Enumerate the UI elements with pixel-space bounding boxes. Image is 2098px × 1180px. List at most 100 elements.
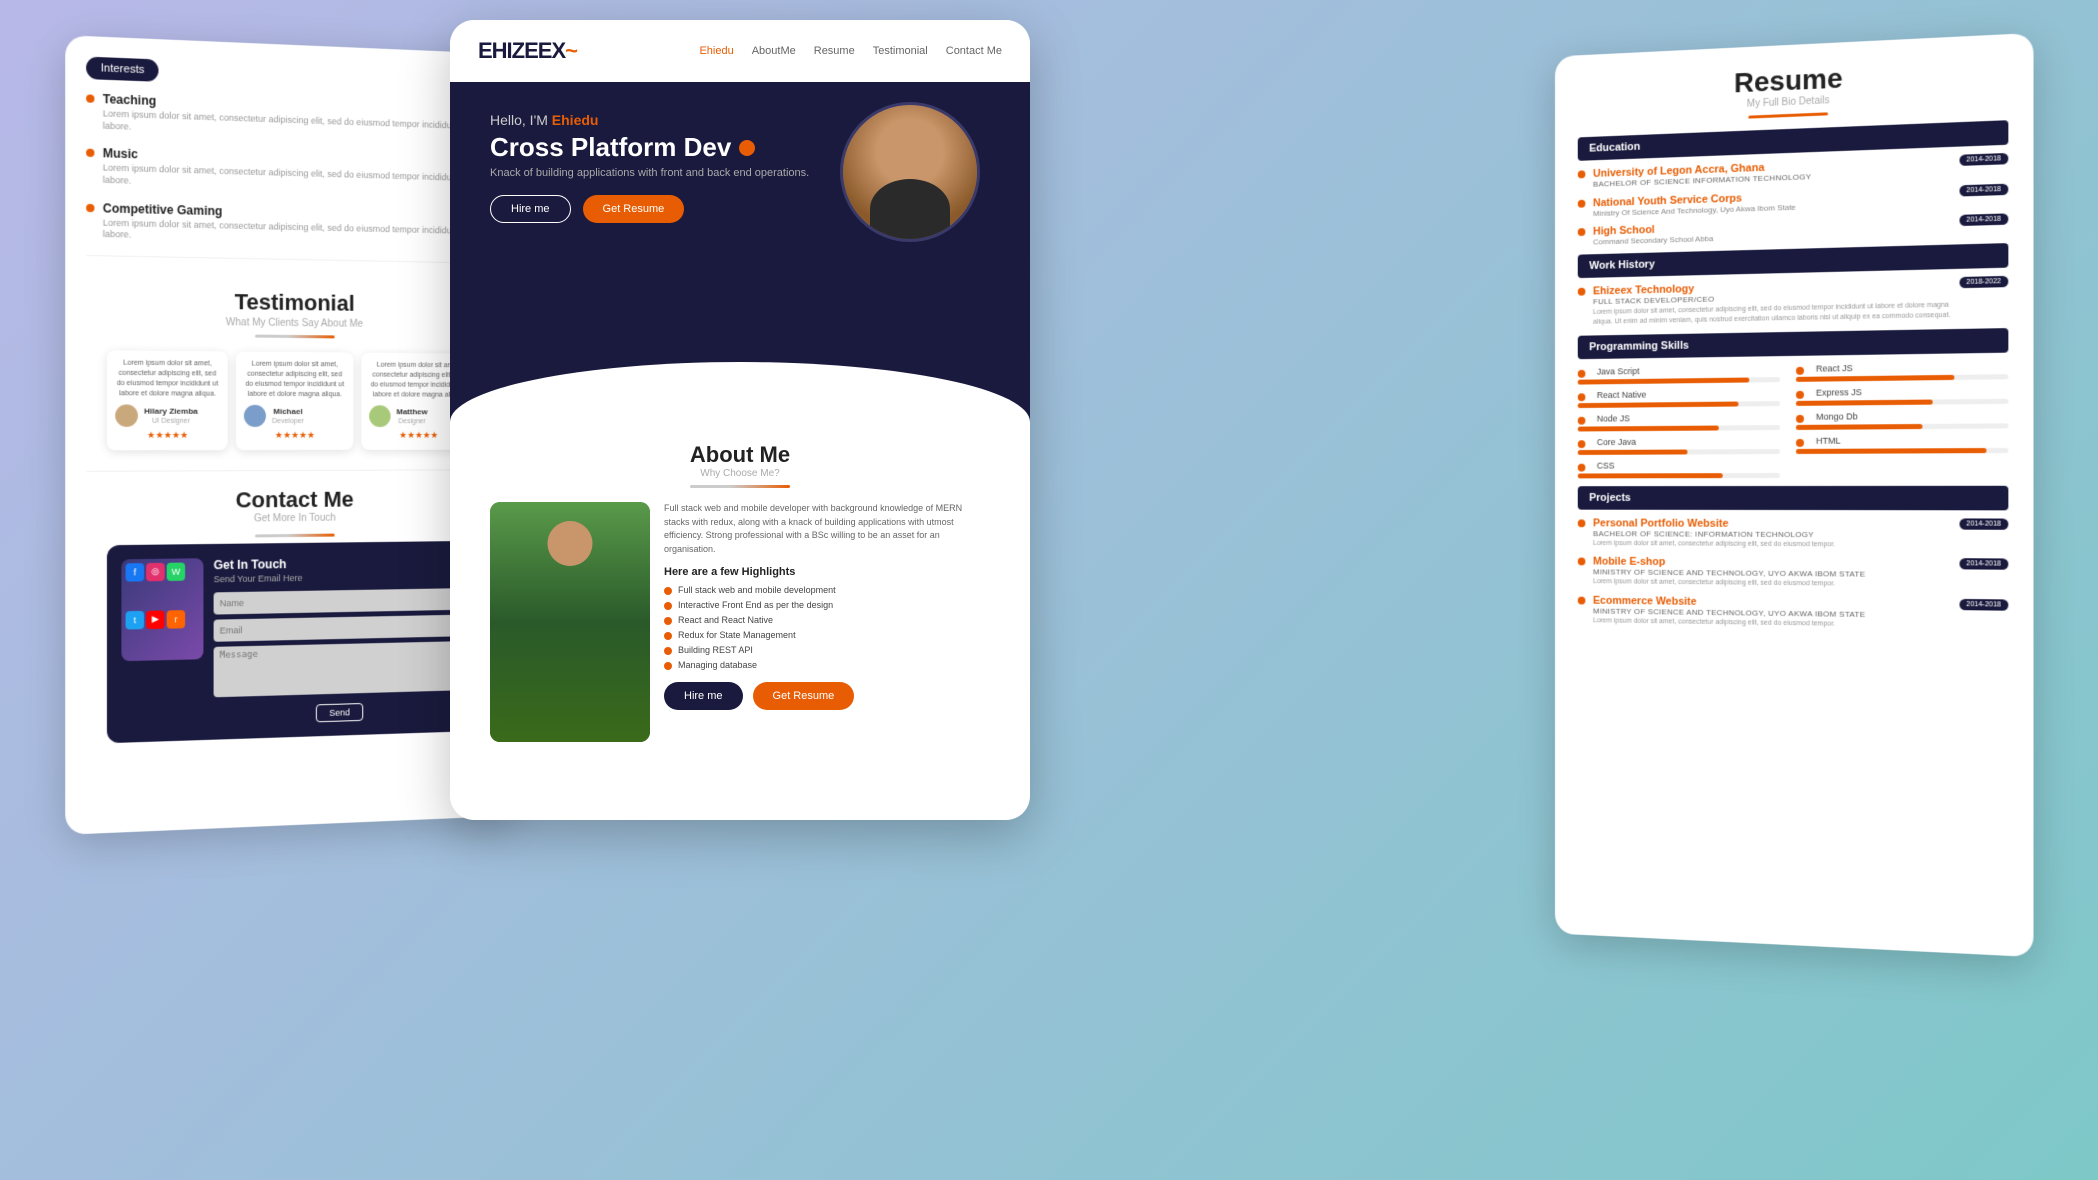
name-input[interactable] — [214, 588, 463, 614]
skill-dot — [1578, 416, 1586, 424]
stars-2: ★★★★★ — [244, 429, 346, 442]
left-panel-card: Interests Teaching Lorem ipsum dolor sit… — [65, 35, 514, 835]
section-underline — [255, 335, 335, 339]
project-3: Ecommerce Website Ministry Of Science An… — [1578, 595, 2009, 632]
skill-label-corejava: Core Java — [1597, 437, 1636, 447]
highlight-dot — [664, 617, 672, 625]
project-desc-2: Lorem ipsum dolor sit amet, consectetur … — [1593, 578, 1959, 591]
skill-label-nodejs: Node JS — [1597, 414, 1630, 424]
submit-button[interactable]: Send — [316, 703, 362, 722]
highlight-dot — [664, 587, 672, 595]
about-title: About Me — [490, 442, 990, 468]
avatar-name-2: Michael — [272, 406, 304, 417]
interest-teaching: Teaching Lorem ipsum dolor sit amet, con… — [86, 91, 495, 145]
facebook-icon: f — [126, 563, 145, 582]
skill-bar-expressjs — [1796, 399, 1933, 405]
highlight-text-5: Building REST API — [678, 645, 753, 655]
wave-decoration — [450, 362, 1030, 422]
education-entry-3: High School Command Secondary School Abb… — [1578, 213, 2009, 246]
highlight-dot — [664, 647, 672, 655]
contact-sub: Get More In Touch — [107, 511, 476, 525]
about-underline — [690, 485, 790, 488]
contact-title: Contact Me — [107, 486, 476, 515]
skill-reactnative: React Native — [1578, 388, 1780, 408]
email-input[interactable] — [214, 615, 463, 642]
right-panel-card: Resume My Full Bio Details Education Uni… — [1555, 33, 2034, 957]
skill-dot — [1578, 440, 1586, 448]
nav-resume[interactable]: Resume — [814, 45, 855, 57]
skill-bar-html — [1796, 448, 1987, 454]
git-title: Get In Touch — [214, 555, 463, 572]
highlight-dot — [664, 602, 672, 610]
highlight-text-4: Redux for State Management — [678, 630, 796, 640]
nav-testimonial[interactable]: Testimonial — [873, 45, 928, 57]
message-textarea[interactable] — [214, 641, 463, 697]
bullet-dot — [86, 204, 94, 212]
avatar-3 — [369, 406, 391, 428]
hero-section: Hello, I'M Ehiedu Cross Platform Dev Kna… — [450, 82, 1030, 362]
avatar-person-image — [843, 105, 977, 239]
about-description: Full stack web and mobile developer with… — [664, 502, 990, 556]
skill-html: HTML — [1796, 434, 2008, 453]
social-icons-area: f ◎ W t ▶ r — [121, 558, 203, 661]
nav-links: Ehiedu AboutMe Resume Testimonial Contac… — [699, 45, 1002, 57]
skill-bar-reactnative — [1578, 401, 1739, 408]
work-entry-1: Ehizeex Technology FULL STACK DEVELOPER/… — [1578, 276, 2009, 328]
skill-dot — [1578, 463, 1586, 471]
avatar-name-1: Hilary Ziemba — [144, 405, 198, 416]
highlight-text-3: React and React Native — [678, 615, 773, 625]
hero-title-text: Cross Platform Dev — [490, 132, 731, 163]
contact-underline — [255, 533, 335, 537]
navbar: EHIZEEX~ Ehiedu AboutMe Resume Testimoni… — [450, 20, 1030, 82]
project-2: Mobile E-shop Ministry Of Science And Te… — [1578, 556, 2009, 592]
project-badge-2: 2014-2018 — [1959, 559, 2008, 571]
brand-logo: EHIZEEX~ — [478, 38, 577, 64]
nav-aboutme[interactable]: AboutMe — [752, 45, 796, 57]
project-badge-3: 2014-2018 — [1959, 599, 2008, 611]
instagram-icon: ◎ — [146, 563, 164, 582]
skill-label-javascript: Java Script — [1597, 366, 1640, 376]
about-text: Full stack web and mobile developer with… — [664, 502, 990, 742]
avatar-name-3: Matthew — [396, 406, 427, 417]
edu-badge-1: 2014-2018 — [1959, 153, 2008, 166]
get-resume-button[interactable]: Get Resume — [583, 195, 685, 223]
highlights-title: Here are a few Highlights — [664, 566, 990, 578]
test-text-1: Lorem ipsum dolor sit amet, consectetur … — [115, 359, 219, 399]
entry-dot — [1578, 170, 1586, 178]
nav-contact[interactable]: Contact Me — [946, 45, 1002, 57]
avatar-role-3: Designer — [396, 417, 427, 427]
nav-ehiedu[interactable]: Ehiedu — [699, 45, 733, 57]
interest-gaming: Competitive Gaming Lorem ipsum dolor sit… — [86, 201, 495, 250]
skill-corejava: Core Java — [1578, 436, 1780, 455]
skill-label-expressjs: Express JS — [1816, 387, 1862, 398]
hire-me-button[interactable]: Hire me — [490, 195, 571, 223]
skill-dot — [1578, 369, 1586, 377]
youtube-icon: ▶ — [146, 610, 164, 629]
skill-dot — [1796, 438, 1804, 446]
git-sub: Send Your Email Here — [214, 570, 463, 584]
interest-music: Music Lorem ipsum dolor sit amet, consec… — [86, 146, 495, 197]
skill-mongodb: Mongo Db — [1796, 410, 2008, 430]
about-sub: Why Choose Me? — [490, 468, 990, 479]
project-dot — [1578, 597, 1586, 605]
skill-nodejs: Node JS — [1578, 412, 1780, 431]
highlight-text-1: Full stack web and mobile development — [678, 585, 836, 595]
resume-underline — [1748, 112, 1828, 118]
skill-bar-mongodb — [1796, 424, 1922, 430]
avatar-1 — [115, 405, 138, 427]
about-resume-button[interactable]: Get Resume — [753, 682, 855, 710]
highlight-text-6: Managing database — [678, 660, 757, 670]
hero-avatar — [840, 102, 980, 242]
highlight-5: Building REST API — [664, 644, 990, 655]
edu-badge-2: 2014-2018 — [1959, 184, 2008, 197]
about-person-image — [490, 502, 650, 742]
skills-header: Programming Skills — [1578, 328, 2009, 359]
project-desc-1: Lorem ipsum dolor sit amet, consectetur … — [1593, 539, 1959, 551]
skill-label-mongodb: Mongo Db — [1816, 411, 1858, 421]
skill-bar-javascript — [1578, 377, 1749, 384]
about-hire-button[interactable]: Hire me — [664, 682, 743, 710]
highlight-dot — [664, 632, 672, 640]
testimonial-card-1: Lorem ipsum dolor sit amet, consectetur … — [107, 350, 228, 450]
skill-javascript: Java Script — [1578, 364, 1780, 384]
interests-badge: Interests — [86, 57, 159, 82]
